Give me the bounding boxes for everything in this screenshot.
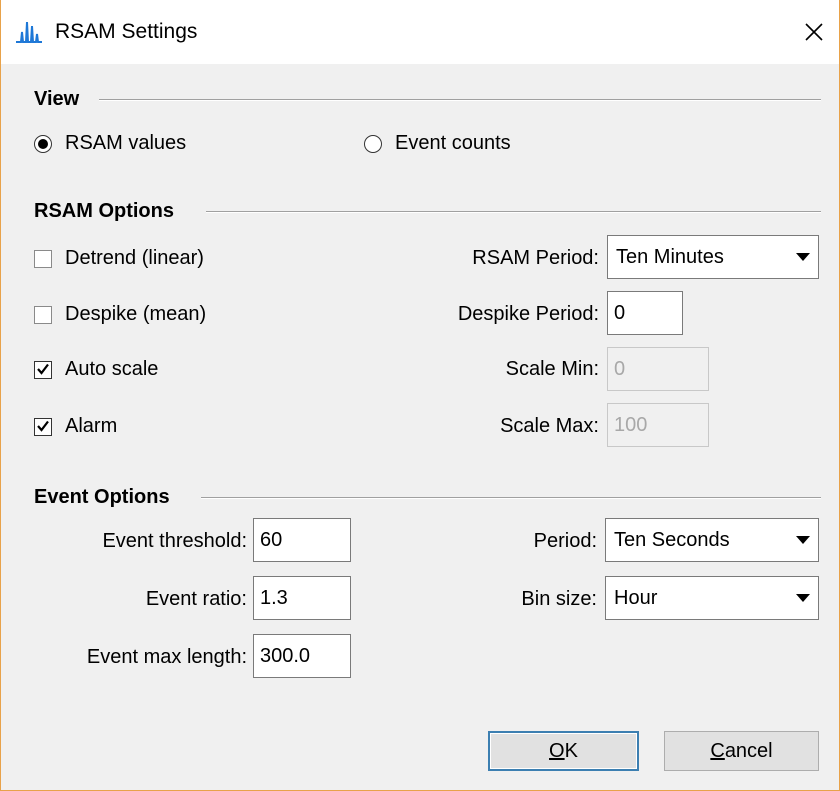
event-ratio-input[interactable]: 1.3 <box>253 576 351 620</box>
ok-label-rest: K <box>564 739 578 762</box>
checkmark-icon <box>37 420 49 432</box>
event-counts-radio[interactable]: Event counts <box>364 132 511 155</box>
checkbox-box <box>34 417 52 436</box>
despike-checkbox[interactable]: Despike (mean) <box>34 303 206 326</box>
event-options-section-title: Event Options <box>34 486 170 508</box>
rsam-period-select[interactable]: Ten Minutes <box>607 235 819 279</box>
waveform-icon <box>16 21 42 43</box>
scale-max-label: Scale Max: <box>500 415 599 437</box>
bin-size-select[interactable]: Hour <box>605 576 819 620</box>
alarm-checkbox[interactable]: Alarm <box>34 415 117 438</box>
view-section-divider <box>99 99 821 101</box>
detrend-checkbox[interactable]: Detrend (linear) <box>34 247 204 270</box>
detrend-label: Detrend (linear) <box>65 247 204 269</box>
close-icon <box>805 23 823 41</box>
event-threshold-label: Event threshold: <box>102 530 247 552</box>
rsam-period-label: RSAM Period: <box>472 247 599 269</box>
event-options-section-divider <box>201 497 821 499</box>
rsam-values-radio[interactable]: RSAM values <box>34 132 186 155</box>
period-label: Period: <box>533 530 597 552</box>
chevron-down-icon <box>796 594 810 602</box>
radio-selected-indicator <box>34 134 52 153</box>
scale-min-input[interactable]: 0 <box>607 347 709 391</box>
ok-button[interactable]: OK <box>488 731 639 771</box>
auto-scale-checkbox[interactable]: Auto scale <box>34 358 158 381</box>
view-section-title: View <box>34 88 80 110</box>
checkbox-box <box>34 249 52 268</box>
alarm-label: Alarm <box>65 415 118 437</box>
auto-scale-label: Auto scale <box>65 358 159 380</box>
bin-size-value: Hour <box>614 586 658 609</box>
cancel-label-rest: ancel <box>724 739 773 762</box>
rsam-options-section-divider <box>206 211 821 213</box>
radio-unselected-indicator <box>364 134 382 153</box>
rsam-options-section-title: RSAM Options <box>34 200 174 222</box>
event-threshold-input[interactable]: 60 <box>253 518 351 562</box>
title-bar: RSAM Settings <box>1 0 839 64</box>
scale-min-label: Scale Min: <box>505 358 599 380</box>
window-title: RSAM Settings <box>55 20 198 43</box>
chevron-down-icon <box>796 253 810 261</box>
despike-period-label: Despike Period: <box>457 303 599 325</box>
rsam-settings-dialog: RSAM Settings View RSAM values Event cou… <box>0 0 840 791</box>
bin-size-label: Bin size: <box>521 588 597 610</box>
ok-mnemonic: O <box>549 739 565 762</box>
event-ratio-label: Event ratio: <box>145 588 247 610</box>
checkbox-box <box>34 305 52 324</box>
event-max-length-input[interactable]: 300.0 <box>253 634 351 678</box>
period-select[interactable]: Ten Seconds <box>605 518 819 562</box>
rsam-values-label: RSAM values <box>65 132 187 154</box>
period-value: Ten Seconds <box>614 528 730 551</box>
event-counts-label: Event counts <box>395 132 511 154</box>
chevron-down-icon <box>796 536 810 544</box>
rsam-period-value: Ten Minutes <box>616 245 724 268</box>
scale-max-input[interactable]: 100 <box>607 403 709 447</box>
cancel-button[interactable]: Cancel <box>664 731 819 771</box>
despike-label: Despike (mean) <box>65 303 207 325</box>
despike-period-input[interactable]: 0 <box>607 291 683 335</box>
event-max-length-label: Event max length: <box>86 646 247 668</box>
close-button[interactable] <box>789 0 839 64</box>
cancel-mnemonic: C <box>710 739 725 762</box>
checkmark-icon <box>37 363 49 375</box>
checkbox-box <box>34 360 52 379</box>
